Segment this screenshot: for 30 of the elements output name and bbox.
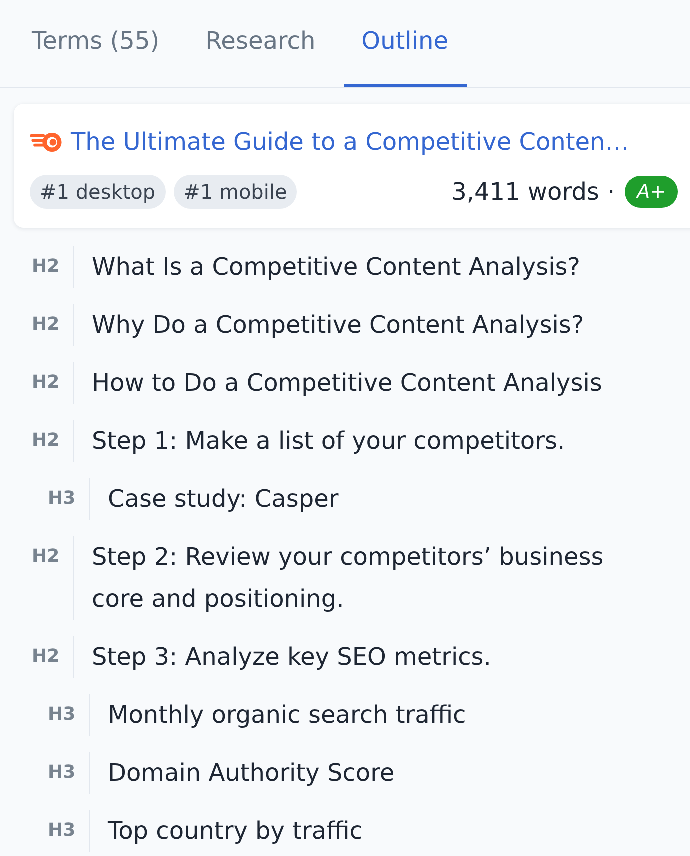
tab[interactable]: Research: [188, 0, 334, 87]
heading-text: Step 2: Review your competitors’ business core and positioning.: [92, 542, 605, 615]
fireball-icon: [30, 132, 63, 152]
heading-text: Case study: Casper: [108, 484, 339, 515]
heading-text: Step 1: Make a list of your competitors.: [92, 426, 566, 457]
heading-text: Step 3: Analyze key SEO metrics.: [92, 642, 492, 673]
heading-level-label: H3: [48, 819, 77, 843]
article-title-link[interactable]: The Ultimate Guide to a Competitive Conten…: [71, 124, 630, 160]
heading-text: Top country by traffic: [108, 816, 363, 847]
heading-level-label: H2: [32, 645, 61, 669]
heading-level-label: H3: [48, 761, 77, 785]
heading-text: Why Do a Competitive Content Analysis?: [92, 310, 584, 341]
heading-level-label: H3: [48, 487, 77, 511]
rank-tag: #1 desktop: [30, 175, 166, 209]
tab[interactable]: Outline: [344, 0, 466, 87]
heading-text: What Is a Competitive Content Analysis?: [92, 252, 581, 283]
heading-level-label: H2: [32, 313, 61, 337]
grade-badge: A+: [625, 176, 678, 208]
heading-level-label: H3: [48, 703, 77, 727]
heading-level-label: H2: [32, 255, 61, 279]
tab[interactable]: Terms (55): [14, 0, 178, 87]
rank-tag: #1 mobile: [174, 175, 298, 209]
word-count: 3,411 words: [452, 177, 600, 208]
heading-level-label: H2: [32, 371, 61, 395]
heading-level-label: H2: [32, 545, 61, 569]
heading-text: Monthly organic search traffic: [108, 700, 466, 731]
heading-level-label: H2: [32, 429, 61, 453]
separator-dot: ·: [607, 177, 616, 208]
heading-text: How to Do a Competitive Content Analysis: [92, 368, 602, 399]
heading-text: Domain Authority Score: [108, 758, 395, 789]
